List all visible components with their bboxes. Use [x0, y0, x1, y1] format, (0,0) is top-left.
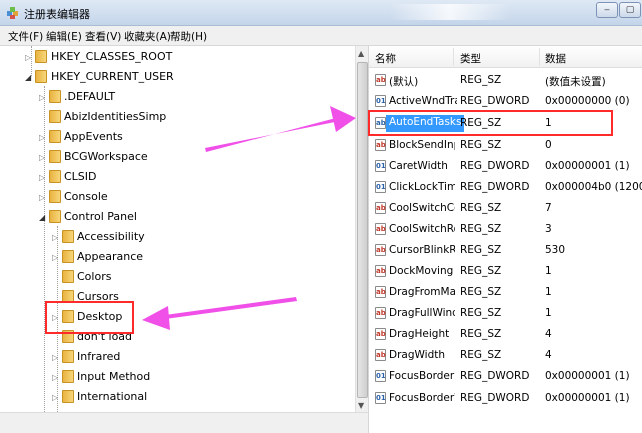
column-type-header[interactable]: 类型: [460, 51, 481, 66]
string-value-icon: ab: [375, 286, 386, 298]
column-data-header[interactable]: 数据: [545, 51, 566, 66]
dword-value-icon: 01: [375, 181, 386, 193]
tree-item-appevents[interactable]: ▷ AppEvents: [0, 127, 300, 147]
folder-icon: [35, 50, 47, 63]
folder-icon: [62, 370, 74, 383]
folder-icon: [49, 110, 61, 123]
menu-edit[interactable]: 编辑(E): [46, 29, 82, 44]
folder-icon: [49, 130, 61, 143]
value-list: 名称 类型 数据 ab (默认) REG_SZ (数值未设置) 01 Activ…: [368, 46, 642, 433]
expand-icon[interactable]: ▷: [52, 233, 58, 242]
tree-item-hkey-current-user[interactable]: ◢ HKEY_CURRENT_USER: [0, 67, 300, 87]
list-item[interactable]: 01 ActiveWndTrac... REG_DWORD 0x00000000…: [369, 91, 642, 112]
menu-bar: 文件(F) 编辑(E) 查看(V) 收藏夹(A) 帮助(H): [0, 26, 642, 46]
scroll-down-icon[interactable]: ▼: [358, 401, 364, 410]
menu-file[interactable]: 文件(F): [8, 29, 43, 44]
string-value-icon: ab: [375, 328, 386, 340]
dword-value-icon: 01: [375, 160, 386, 172]
string-value-icon: ab: [375, 265, 386, 277]
folder-icon: [62, 250, 74, 263]
dword-value-icon: 01: [375, 370, 386, 382]
list-item[interactable]: ab DragFromMaxi... REG_SZ 1: [369, 282, 642, 303]
collapse-icon[interactable]: ◢: [39, 213, 45, 222]
tree-item-console[interactable]: ▷ Console: [0, 187, 300, 207]
collapse-icon[interactable]: ◢: [25, 73, 31, 82]
string-value-icon: ab: [375, 307, 386, 319]
expand-icon[interactable]: ▷: [39, 173, 45, 182]
tree-item-bcgworkspace[interactable]: ▷ BCGWorkspace: [0, 147, 300, 167]
expand-icon[interactable]: ▷: [39, 153, 45, 162]
window-title: 注册表编辑器: [24, 8, 90, 21]
dword-value-icon: 01: [375, 95, 386, 107]
expand-icon[interactable]: ▷: [52, 393, 58, 402]
minimize-button[interactable]: ‒: [596, 2, 618, 18]
list-item[interactable]: 01 FocusBorderW... REG_DWORD 0x00000001 …: [369, 388, 642, 409]
column-name-header[interactable]: 名称: [375, 51, 396, 66]
expand-icon[interactable]: ▷: [39, 133, 45, 142]
tree-item-accessibility[interactable]: ▷ Accessibility: [0, 227, 300, 247]
folder-icon: [49, 90, 61, 103]
string-value-icon: ab: [375, 202, 386, 214]
folder-icon: [62, 390, 74, 403]
maximize-button[interactable]: ▢: [619, 2, 641, 18]
list-item[interactable]: ab BlockSendInpu... REG_SZ 0: [369, 135, 642, 156]
registry-tree: ▷ HKEY_CLASSES_ROOT ◢ HKEY_CURRENT_USER …: [0, 46, 355, 433]
folder-icon: [35, 70, 47, 83]
folder-icon: [49, 190, 61, 203]
expand-icon[interactable]: ▷: [25, 53, 31, 62]
registry-editor-icon: [7, 7, 18, 19]
title-bar: 注册表编辑器 ‒ ▢: [0, 0, 642, 26]
tree-horizontal-scrollbar[interactable]: [0, 412, 368, 433]
dword-value-icon: 01: [375, 392, 386, 404]
folder-icon: [49, 210, 61, 223]
list-item[interactable]: 01 FocusBorderH... REG_DWORD 0x00000001 …: [369, 366, 642, 387]
string-value-icon: ab: [375, 223, 386, 235]
expand-icon[interactable]: ▷: [52, 253, 58, 262]
tree-item-control-panel[interactable]: ◢ Control Panel: [0, 207, 300, 227]
tree-vertical-scrollbar[interactable]: ▲ ▼: [355, 46, 368, 414]
expand-icon[interactable]: ▷: [52, 353, 58, 362]
tree-item-colors[interactable]: Colors: [0, 267, 300, 287]
tree-item-clsid[interactable]: ▷ CLSID: [0, 167, 300, 187]
list-item[interactable]: ab DockMoving REG_SZ 1: [369, 261, 642, 282]
scroll-up-icon[interactable]: ▲: [358, 49, 364, 58]
expand-icon[interactable]: ▷: [39, 93, 45, 102]
list-item[interactable]: ab (默认) REG_SZ (数值未设置): [369, 70, 642, 91]
menu-help[interactable]: 帮助(H): [170, 29, 207, 44]
tree-item-international[interactable]: ▷ International: [0, 387, 300, 407]
folder-icon: [62, 230, 74, 243]
expand-icon[interactable]: ▷: [39, 193, 45, 202]
list-item[interactable]: ab CoolSwitchCol... REG_SZ 7: [369, 198, 642, 219]
list-item[interactable]: ab CursorBlinkRate REG_SZ 530: [369, 240, 642, 261]
list-item[interactable]: ab DragFullWindo... REG_SZ 1: [369, 303, 642, 324]
folder-icon: [62, 350, 74, 363]
folder-icon: [49, 150, 61, 163]
highlight-box-desktop: [45, 301, 134, 334]
tree-item-input-method[interactable]: ▷ Input Method: [0, 367, 300, 387]
string-value-icon: ab: [375, 349, 386, 361]
string-value-icon: ab: [375, 139, 386, 151]
tree-item-infrared[interactable]: ▷ Infrared: [0, 347, 300, 367]
scroll-thumb[interactable]: [357, 62, 368, 398]
expand-icon[interactable]: ▷: [52, 373, 58, 382]
list-item[interactable]: ab DragHeight REG_SZ 4: [369, 324, 642, 345]
tree-item-hkey-classes-root[interactable]: ▷ HKEY_CLASSES_ROOT: [0, 47, 300, 67]
folder-icon: [62, 270, 74, 283]
list-item[interactable]: 01 CaretWidth REG_DWORD 0x00000001 (1): [369, 156, 642, 177]
list-item[interactable]: ab CoolSwitchRows REG_SZ 3: [369, 219, 642, 240]
menu-view[interactable]: 查看(V): [85, 29, 121, 44]
tree-item-appearance[interactable]: ▷ Appearance: [0, 247, 300, 267]
list-header: 名称 类型 数据: [369, 46, 642, 68]
tree-item-abizidentitiessimp[interactable]: AbizIdentitiesSimp: [0, 107, 300, 127]
list-item[interactable]: 01 ClickLockTime REG_DWORD 0x000004b0 (1…: [369, 177, 642, 198]
list-item[interactable]: ab DragWidth REG_SZ 4: [369, 345, 642, 366]
title-blur: [390, 4, 510, 20]
folder-icon: [49, 170, 61, 183]
string-value-icon: ab: [375, 74, 386, 86]
tree-item-default[interactable]: ▷ .DEFAULT: [0, 87, 300, 107]
highlight-box-autoendtasks: [368, 110, 613, 136]
string-value-icon: ab: [375, 244, 386, 256]
menu-favorites[interactable]: 收藏夹(A): [124, 29, 171, 44]
